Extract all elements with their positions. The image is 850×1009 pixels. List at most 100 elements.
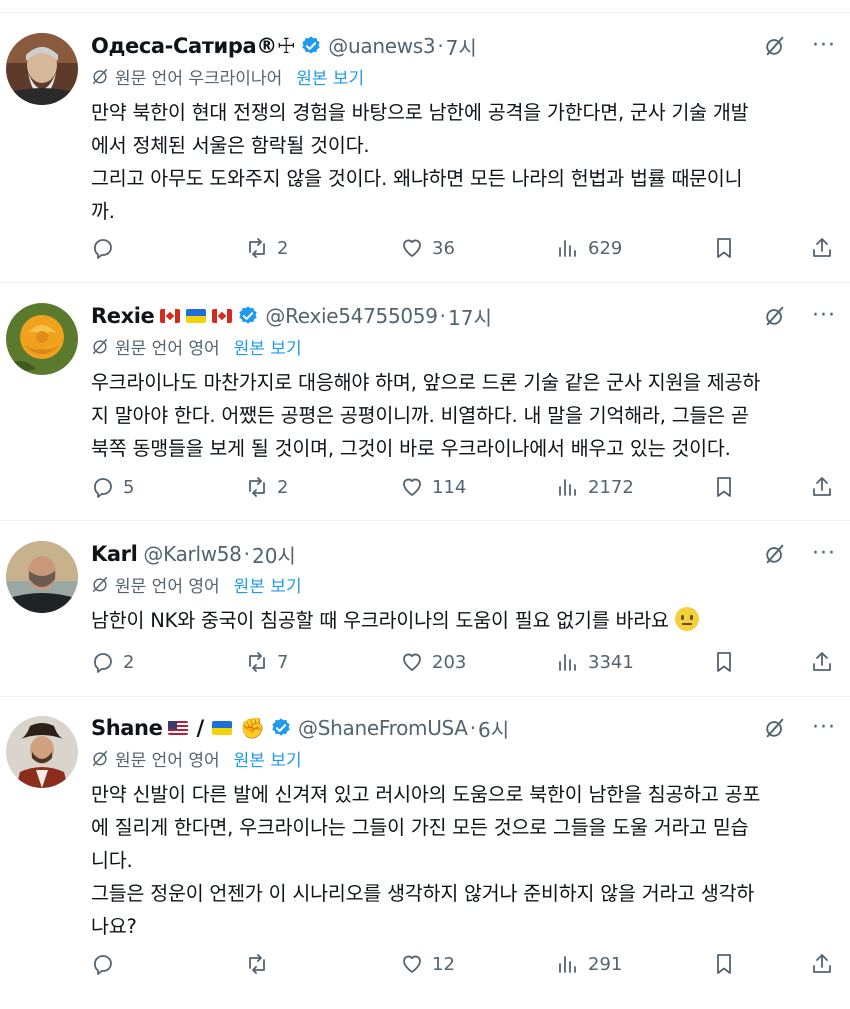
views-chart-icon xyxy=(559,956,576,973)
tweet-line: 나요? xyxy=(91,915,137,938)
handle[interactable]: @ShaneFromUSA xyxy=(298,716,468,740)
more-dots-icon[interactable]: ··· xyxy=(812,303,836,328)
grok-slash-icon[interactable] xyxy=(764,305,786,327)
retweet-icon xyxy=(249,477,265,497)
more-dots-icon[interactable]: ··· xyxy=(812,541,836,566)
bookmark-button[interactable] xyxy=(712,233,736,263)
views-button[interactable]: 2172 xyxy=(556,472,634,502)
verified-badge-icon xyxy=(272,718,290,736)
action-bar: 12 291 xyxy=(91,949,850,979)
separator-dot: · xyxy=(439,304,447,328)
tweet-line: 북쪽 동맹들을 보게 될 것이며, 그것이 바로 우크라이나에서 배우고 있는 … xyxy=(91,437,731,460)
translate-icon xyxy=(92,576,108,592)
tweet-text: 만약 신발이 다른 발에 신겨져 있고 러시아의 도움으로 북한이 남한을 침공… xyxy=(91,778,824,943)
show-original-link[interactable]: 원본 보기 xyxy=(296,64,364,89)
handle[interactable]: @Karlw58 xyxy=(143,542,242,566)
bookmark-icon xyxy=(717,477,731,497)
retweet-button[interactable]: 7 xyxy=(245,647,288,677)
share-button[interactable] xyxy=(810,233,834,263)
name-flags: / xyxy=(168,716,233,740)
timestamp[interactable]: 17시 xyxy=(448,302,492,331)
translation-label: 원문 언어 영어 xyxy=(115,576,220,597)
flag-separator: / xyxy=(196,716,205,740)
show-original-link[interactable]: 원본 보기 xyxy=(234,334,302,359)
like-count: 203 xyxy=(432,651,467,673)
retweet-icon xyxy=(249,238,265,258)
avatar-rexie[interactable] xyxy=(6,303,78,375)
heart-icon xyxy=(403,955,421,973)
tweet-1[interactable]: Одеса-Сатира®☩ @uanews3 · 7시 ··· 원문 언어 우… xyxy=(0,13,850,283)
translate-icon xyxy=(92,750,108,766)
display-name[interactable]: Shane xyxy=(91,716,163,740)
ukraine-flag-icon xyxy=(212,721,233,735)
tweet-3[interactable]: Karl @Karlw58 · 20시 ··· 원문 언어 영어 원본 보기 남… xyxy=(0,521,850,697)
tweet-line: 남한이 NK와 중국이 침공할 때 우크라이나의 도움이 필요 없기를 바라요 xyxy=(91,604,824,637)
translate-icon xyxy=(92,338,108,354)
action-bar: 2 7 203 3341 xyxy=(91,647,850,677)
bookmark-icon xyxy=(717,652,731,672)
retweet-button[interactable]: 2 xyxy=(245,472,288,502)
translation-bar: 원문 언어 영어 원본 보기 xyxy=(91,571,302,597)
like-button[interactable]: 114 xyxy=(400,472,466,502)
grok-slash-icon[interactable] xyxy=(764,717,786,739)
reply-button[interactable] xyxy=(91,949,123,979)
views-chart-icon xyxy=(559,654,576,671)
neutral-face-emoji-icon xyxy=(674,607,699,631)
tweet-line-text: 남한이 NK와 중국이 침공할 때 우크라이나의 도움이 필요 없기를 바라요 xyxy=(91,609,669,632)
grok-slash-icon[interactable] xyxy=(764,543,786,565)
display-name[interactable]: Karl xyxy=(91,542,138,566)
reply-button[interactable]: 5 xyxy=(91,472,134,502)
reply-icon xyxy=(94,239,112,259)
share-button[interactable] xyxy=(810,647,834,677)
bookmark-button[interactable] xyxy=(712,647,736,677)
handle[interactable]: @uanews3 xyxy=(328,34,435,58)
views-button[interactable]: 3341 xyxy=(556,647,634,677)
show-original-link[interactable]: 원본 보기 xyxy=(234,572,302,597)
tweet-line: 만약 신발이 다른 발에 신겨져 있고 러시아의 도움으로 북한이 남한을 침공… xyxy=(91,783,761,806)
like-button[interactable]: 12 xyxy=(400,949,455,979)
tweet-4[interactable]: Shane / ✊ @ShaneFromUSA · 6시 ··· 원문 언어 영… xyxy=(0,697,850,1009)
reply-button[interactable]: 2 xyxy=(91,647,134,677)
handle[interactable]: @Rexie54755059 xyxy=(265,304,438,328)
tweet-line: 우크라이나도 마찬가지로 대응해야 하며, 앞으로 드론 기술 같은 군사 지원… xyxy=(91,371,761,394)
avatar-uanews3[interactable] xyxy=(6,33,78,105)
translation-label: 원문 언어 우크라이나어 xyxy=(115,68,283,89)
more-dots-icon[interactable]: ··· xyxy=(812,33,836,58)
share-button[interactable] xyxy=(810,472,834,502)
timestamp[interactable]: 20시 xyxy=(252,540,296,569)
translation-bar: 원문 언어 우크라이나어 원본 보기 xyxy=(91,63,364,89)
avatar-shane[interactable] xyxy=(6,716,78,788)
like-count: 114 xyxy=(432,476,467,498)
avatar-karl[interactable] xyxy=(6,541,78,613)
reply-button[interactable] xyxy=(91,233,123,263)
more-dots-icon[interactable]: ··· xyxy=(812,715,836,740)
like-button[interactable]: 36 xyxy=(400,233,455,263)
share-icon xyxy=(813,238,831,257)
retweet-button[interactable] xyxy=(245,949,277,979)
avatar-image xyxy=(6,541,78,613)
bookmark-button[interactable] xyxy=(712,472,736,502)
share-button[interactable] xyxy=(810,949,834,979)
timestamp[interactable]: 7시 xyxy=(446,32,477,61)
tweet-text: 우크라이나도 마찬가지로 대응해야 하며, 앞으로 드론 기술 같은 군사 지원… xyxy=(91,366,824,465)
tweet-line: 그들은 정운이 언젠가 이 시나리오를 생각하지 않거나 준비하지 않을 거라고… xyxy=(91,882,755,905)
usa-flag-icon xyxy=(168,721,189,735)
like-button[interactable]: 203 xyxy=(400,647,466,677)
show-original-link[interactable]: 원본 보기 xyxy=(234,746,302,771)
tweet-line: 만약 북한이 현대 전쟁의 경험을 바탕으로 남한에 공격을 가한다면, 군사 … xyxy=(91,101,749,124)
avatar-image xyxy=(6,33,78,105)
separator-dot: · xyxy=(437,34,444,58)
translate-icon xyxy=(92,68,108,84)
timestamp[interactable]: 6시 xyxy=(478,714,509,743)
grok-slash-icon[interactable] xyxy=(764,35,786,57)
retweet-count: 7 xyxy=(277,651,289,673)
display-name[interactable]: Одеса-Сатира®☩ xyxy=(91,34,296,58)
retweet-button[interactable]: 2 xyxy=(245,233,288,263)
views-button[interactable]: 291 xyxy=(556,949,622,979)
views-button[interactable]: 629 xyxy=(556,233,622,263)
tweet-2[interactable]: Rexie @Rexie54755059 · 17시 ··· 원문 언어 영어 … xyxy=(0,283,850,521)
display-name[interactable]: Rexie xyxy=(91,304,155,328)
bookmark-button[interactable] xyxy=(712,949,736,979)
view-count: 629 xyxy=(588,237,623,259)
tweet-text: 만약 북한이 현대 전쟁의 경험을 바탕으로 남한에 공격을 가한다면, 군사 … xyxy=(91,96,824,228)
